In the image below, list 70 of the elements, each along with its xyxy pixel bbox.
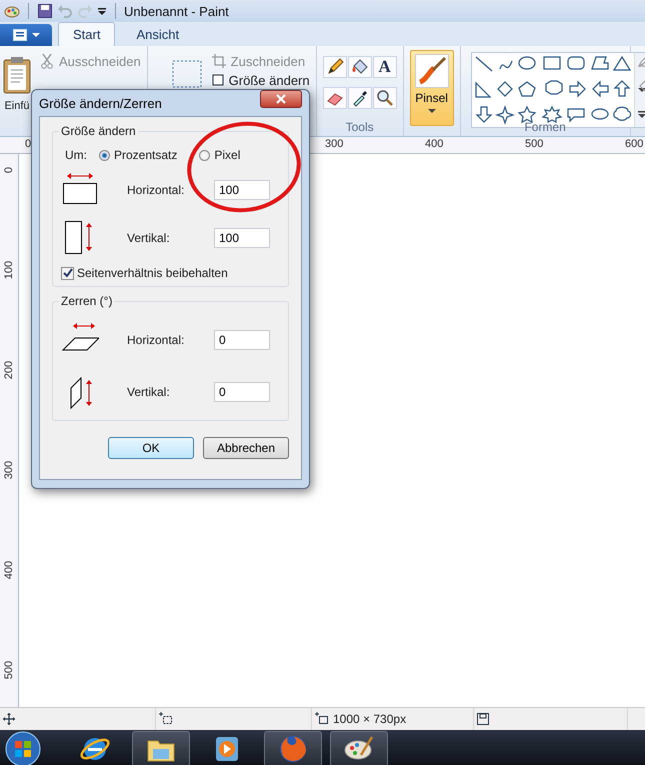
- expand-gallery-icon[interactable]: [636, 110, 645, 120]
- application-menu-button[interactable]: [0, 24, 52, 46]
- paste-button-label[interactable]: Einfü: [4, 100, 30, 112]
- number-input-field[interactable]: 100: [214, 228, 270, 248]
- paintbrush-icon: [414, 54, 449, 88]
- scissors-icon: [40, 53, 54, 69]
- group-label: Tools: [344, 120, 375, 134]
- window-title: Unbenannt - Paint: [124, 4, 229, 18]
- fill-bucket-icon: [350, 58, 369, 76]
- ribbon-tab[interactable]: Ansicht: [121, 22, 194, 46]
- number-input-field[interactable]: 0: [214, 330, 270, 350]
- ruler-number: 0: [25, 138, 32, 150]
- ruler-number: 300: [3, 460, 15, 482]
- ruler-number: 500: [3, 660, 15, 682]
- globe-icon: [277, 733, 309, 765]
- field-label: Vertikal:: [127, 231, 171, 245]
- cancel-button[interactable]: Abbrechen: [203, 437, 289, 459]
- ribbon-tab[interactable]: Start: [58, 22, 116, 46]
- radio-button[interactable]: [99, 150, 110, 160]
- close-icon: [276, 94, 286, 104]
- fill-bucket-button[interactable]: [348, 56, 372, 78]
- ruler-number: 400: [3, 560, 15, 582]
- ruler-number: 100: [3, 260, 15, 282]
- close-button[interactable]: [260, 90, 302, 108]
- group-label: Formen: [523, 120, 567, 134]
- selection-size-icon: [159, 712, 173, 726]
- document-icon: [12, 29, 26, 41]
- magnifier-icon: [376, 89, 394, 107]
- caret-icon: [428, 108, 436, 114]
- save-icon[interactable]: [37, 3, 53, 19]
- taskbar-button[interactable]: [132, 731, 190, 765]
- group-box-title: Zerren (°): [59, 294, 114, 308]
- ruler-number: 200: [3, 360, 15, 382]
- color-picker-icon: [350, 89, 369, 107]
- number-input-field[interactable]: 0: [214, 382, 270, 402]
- color-picker-button[interactable]: [348, 87, 372, 109]
- ok-button[interactable]: OK: [108, 437, 194, 459]
- checkbox-option[interactable]: Seitenverhältnis beibehalten: [61, 266, 280, 280]
- ruler-number: 0: [3, 166, 15, 176]
- checkbox[interactable]: [61, 266, 74, 280]
- resize-button[interactable]: Größe ändern: [212, 71, 310, 89]
- clipboard-icon[interactable]: [2, 56, 32, 94]
- ruler-number: 600: [625, 138, 644, 150]
- crop-icon: [212, 54, 226, 68]
- pencil-button[interactable]: [322, 56, 347, 78]
- dialog-title: Größe ändern/Zerren: [39, 96, 162, 110]
- resize-icon: [212, 74, 224, 86]
- move-cursor-icon: [3, 713, 15, 725]
- selection-rectangle-icon[interactable]: [172, 60, 202, 88]
- radio-option[interactable]: Pixel: [199, 148, 240, 162]
- radio-option[interactable]: Prozentsatz: [99, 148, 178, 162]
- label: Um:: [65, 148, 87, 162]
- taskbar-button[interactable]: [330, 731, 388, 765]
- text-tool-button[interactable]: A: [372, 56, 397, 78]
- canvas-size-text: 1000 × 730px: [333, 712, 406, 726]
- brushes-button[interactable]: Pinsel: [410, 50, 454, 126]
- ruler-number: 400: [425, 138, 444, 150]
- group-box-title: Größe ändern: [59, 124, 138, 138]
- windows-flag-icon: [4, 730, 42, 765]
- ruler-number: 300: [325, 138, 344, 150]
- field-label: Horizontal:: [127, 183, 186, 197]
- field-label: Vertikal:: [127, 385, 171, 399]
- pencil-icon: [326, 58, 344, 76]
- field-label: Horizontal:: [127, 333, 186, 347]
- radio-button[interactable]: [199, 150, 210, 160]
- eraser-button[interactable]: [322, 87, 347, 109]
- magnifier-button[interactable]: [372, 87, 397, 109]
- canvas-size-icon: [315, 712, 329, 726]
- number-input-field[interactable]: 100: [214, 180, 270, 200]
- ruler-number: 500: [525, 138, 544, 150]
